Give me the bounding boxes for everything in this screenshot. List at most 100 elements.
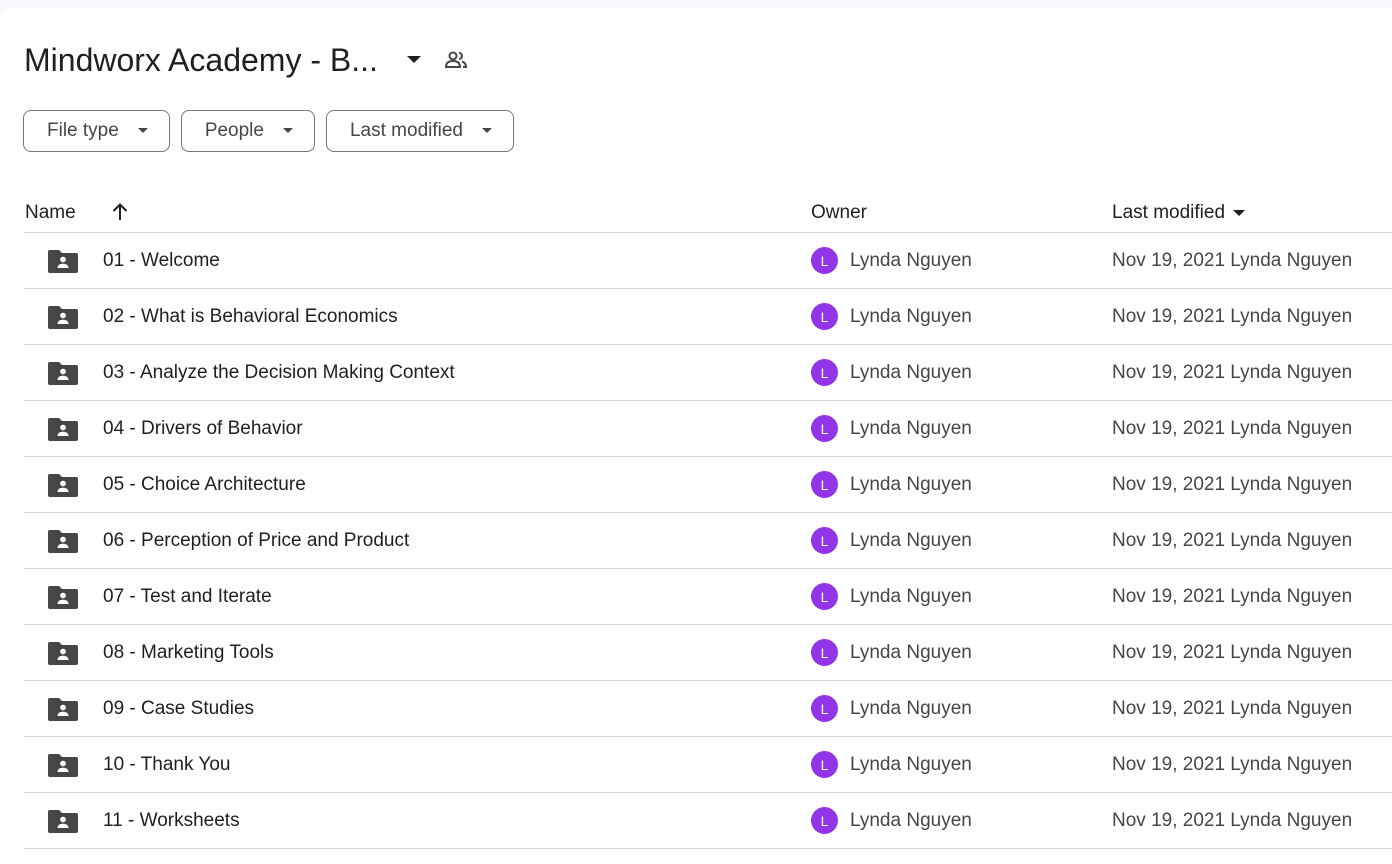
table-row[interactable]: 09 - Case Studies L Lynda Nguyen Nov 19,… [24,680,1392,736]
file-name: 07 - Test and Iterate [103,585,272,607]
folder-title[interactable]: Mindworx Academy - B... [24,42,378,79]
dropdown-caret-icon[interactable] [402,48,426,72]
last-modified-cell: Nov 19, 2021 Lynda Nguyen [1112,305,1353,327]
shared-folder-icon [48,753,78,777]
chevron-down-icon [133,121,153,141]
filter-people-button[interactable]: People [180,110,315,152]
owner-name: Lynda Nguyen [850,697,972,719]
owner-name: Lynda Nguyen [850,753,972,775]
owner-cell: L Lynda Nguyen [811,807,972,834]
filter-label: People [204,120,264,141]
owner-name: Lynda Nguyen [850,417,972,439]
owner-name: Lynda Nguyen [850,585,972,607]
file-name: 02 - What is Behavioral Economics [103,305,398,327]
filter-last-modified-button[interactable]: Last modified [325,110,514,152]
last-modified-cell: Nov 19, 2021 Lynda Nguyen [1112,641,1353,663]
file-name: 11 - Worksheets [103,809,240,831]
table-row[interactable]: 03 - Analyze the Decision Making Context… [24,344,1392,400]
owner-cell: L Lynda Nguyen [811,303,972,330]
shared-folder-icon [48,529,78,553]
table-row[interactable]: 08 - Marketing Tools L Lynda Nguyen Nov … [24,624,1392,680]
table-row[interactable]: 06 - Perception of Price and Product L L… [24,512,1392,568]
shared-folder-icon [48,361,78,385]
last-modified-cell: Nov 19, 2021 Lynda Nguyen [1112,473,1353,495]
file-list: 01 - Welcome L Lynda Nguyen Nov 19, 2021… [24,232,1392,849]
shared-folder-icon [48,249,78,273]
owner-name: Lynda Nguyen [850,641,972,663]
table-row[interactable]: 11 - Worksheets L Lynda Nguyen Nov 19, 2… [24,792,1392,849]
owner-name: Lynda Nguyen [850,529,972,551]
sort-ascending-icon[interactable] [108,200,132,224]
avatar: L [811,751,838,778]
file-name: 09 - Case Studies [103,697,255,719]
column-header-name[interactable]: Name [25,202,76,224]
chevron-down-icon [1229,203,1249,223]
last-modified-cell: Nov 19, 2021 Lynda Nguyen [1112,753,1353,775]
column-header-row: Name Owner Last modified [24,190,1392,236]
owner-cell: L Lynda Nguyen [811,527,972,554]
avatar: L [811,527,838,554]
owner-name: Lynda Nguyen [850,361,972,383]
shared-folder-icon [48,697,78,721]
column-header-last-modified-label: Last modified [1112,202,1226,223]
chevron-down-icon [278,121,298,141]
folder-header: Mindworx Academy - B... [24,36,469,84]
file-name: 10 - Thank You [103,753,231,775]
owner-cell: L Lynda Nguyen [811,751,972,778]
table-row[interactable]: 07 - Test and Iterate L Lynda Nguyen Nov… [24,568,1392,624]
shared-folder-icon [48,809,78,833]
last-modified-cell: Nov 19, 2021 Lynda Nguyen [1112,697,1353,719]
owner-cell: L Lynda Nguyen [811,471,972,498]
file-name: 01 - Welcome [103,249,220,271]
column-header-last-modified[interactable]: Last modified [1112,202,1249,224]
shared-folder-icon [48,473,78,497]
column-header-owner[interactable]: Owner [811,202,867,224]
owner-cell: L Lynda Nguyen [811,247,972,274]
owner-cell: L Lynda Nguyen [811,359,972,386]
shared-folder-icon [48,641,78,665]
avatar: L [811,415,838,442]
file-name: 08 - Marketing Tools [103,641,274,663]
avatar: L [811,303,838,330]
owner-cell: L Lynda Nguyen [811,583,972,610]
avatar: L [811,359,838,386]
last-modified-cell: Nov 19, 2021 Lynda Nguyen [1112,529,1353,551]
shared-folder-icon [48,305,78,329]
file-name: 05 - Choice Architecture [103,473,306,495]
filter-label: File type [47,120,119,141]
owner-name: Lynda Nguyen [850,249,972,271]
chevron-down-icon [477,121,497,141]
filter-chips: File type People Last modified [23,110,514,152]
table-row[interactable]: 02 - What is Behavioral Economics L Lynd… [24,288,1392,344]
file-name: 03 - Analyze the Decision Making Context [103,361,455,383]
owner-name: Lynda Nguyen [850,809,972,831]
last-modified-cell: Nov 19, 2021 Lynda Nguyen [1112,249,1353,271]
table-row[interactable]: 05 - Choice Architecture L Lynda Nguyen … [24,456,1392,512]
last-modified-cell: Nov 19, 2021 Lynda Nguyen [1112,417,1353,439]
last-modified-cell: Nov 19, 2021 Lynda Nguyen [1112,361,1353,383]
shared-folder-icon [48,417,78,441]
avatar: L [811,695,838,722]
file-name: 04 - Drivers of Behavior [103,417,303,439]
shared-people-icon[interactable] [443,47,469,73]
avatar: L [811,247,838,274]
avatar: L [811,583,838,610]
table-row[interactable]: 04 - Drivers of Behavior L Lynda Nguyen … [24,400,1392,456]
file-name: 06 - Perception of Price and Product [103,529,410,551]
avatar: L [811,807,838,834]
shared-folder-icon [48,585,78,609]
owner-name: Lynda Nguyen [850,305,972,327]
filter-label: Last modified [349,120,463,141]
filter-file-type-button[interactable]: File type [23,110,170,152]
table-row[interactable]: 10 - Thank You L Lynda Nguyen Nov 19, 20… [24,736,1392,792]
avatar: L [811,639,838,666]
last-modified-cell: Nov 19, 2021 Lynda Nguyen [1112,585,1353,607]
table-row[interactable]: 01 - Welcome L Lynda Nguyen Nov 19, 2021… [24,232,1392,288]
owner-name: Lynda Nguyen [850,473,972,495]
drive-main-panel: Mindworx Academy - B... File type People [0,8,1392,864]
owner-cell: L Lynda Nguyen [811,415,972,442]
owner-cell: L Lynda Nguyen [811,695,972,722]
owner-cell: L Lynda Nguyen [811,639,972,666]
last-modified-cell: Nov 19, 2021 Lynda Nguyen [1112,809,1353,831]
avatar: L [811,471,838,498]
